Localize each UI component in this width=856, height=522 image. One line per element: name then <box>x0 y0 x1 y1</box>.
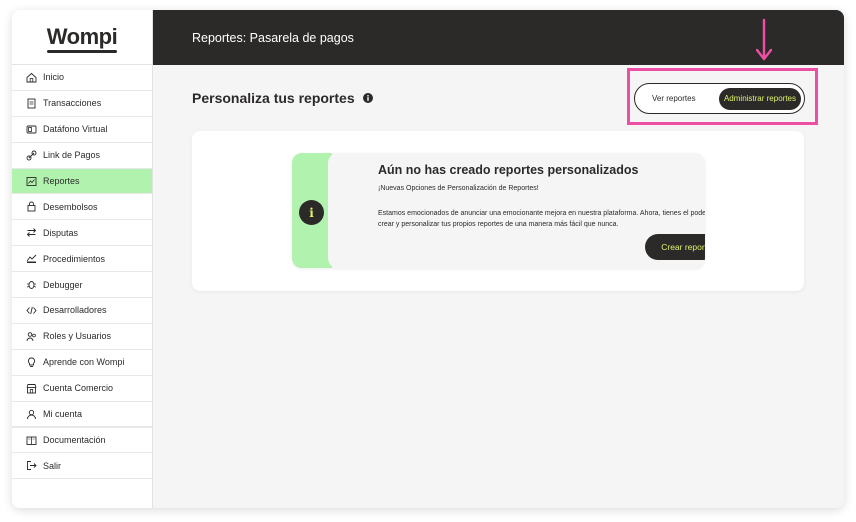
sidebar-item-transacciones[interactable]: Transacciones <box>12 91 152 117</box>
report-view-toggle[interactable]: Ver reportes Administrar reportes <box>634 83 805 114</box>
sidebar-item-label: Documentación <box>43 435 106 446</box>
sidebar-item-label: Link de Pagos <box>43 150 101 161</box>
sidebar-item-cuenta-comercio[interactable]: Cuenta Comercio <box>12 376 152 402</box>
header-title: Reportes: Pasarela de pagos <box>192 30 354 45</box>
home-icon <box>26 72 37 83</box>
sidebar-item-datafono-virtual[interactable]: Datáfono Virtual <box>12 117 152 143</box>
logo-text: Wompi <box>46 24 118 53</box>
sidebar-item-label: Reportes <box>43 176 80 186</box>
info-icon[interactable] <box>362 93 373 103</box>
sidebar-item-label: Desarrolladores <box>43 305 107 316</box>
empty-state-description: Estamos emocionados de anunciar una emoc… <box>378 210 705 228</box>
page-title: Personaliza tus reportes <box>192 90 373 106</box>
sidebar-item-debugger[interactable]: Debugger <box>12 272 152 299</box>
sidebar-item-label: Transacciones <box>43 98 102 109</box>
create-report-button[interactable]: Crear reporte <box>645 234 705 260</box>
sidebar-item-label: Desembolsos <box>43 201 98 212</box>
sidebar-item-label: Mi cuenta <box>43 409 83 420</box>
code-icon <box>26 305 37 316</box>
sidebar-item-inicio[interactable]: Inicio <box>12 65 152 91</box>
sidebar-item-disputas[interactable]: Disputas <box>12 220 152 247</box>
empty-state-title: Aún no has creado reportes personalizado… <box>378 163 639 177</box>
page-heading: Personaliza tus reportes <box>192 90 355 106</box>
sidebar: Wompi Inicio Transacciones Datáfono Virtua… <box>12 10 153 508</box>
top-header: Reportes: Pasarela de pagos <box>153 10 844 65</box>
procedures-icon <box>26 253 37 264</box>
lock-icon <box>26 201 37 212</box>
bug-icon <box>26 279 37 290</box>
sidebar-item-salir[interactable]: Salir <box>12 453 152 480</box>
wompi-logo[interactable]: Wompi <box>12 10 152 65</box>
user-icon <box>26 409 37 420</box>
sidebar-item-aprende-con-wompi[interactable]: Aprende con Wompi <box>12 350 152 376</box>
sidebar-item-reportes[interactable]: Reportes <box>12 168 152 195</box>
info-badge-icon: i <box>299 200 324 225</box>
sidebar-item-label: Cuenta Comercio <box>43 383 114 394</box>
tab-administrar-reportes[interactable]: Administrar reportes <box>718 87 801 110</box>
sidebar-item-documentacion[interactable]: Documentación <box>12 427 152 454</box>
sidebar-item-label: Procedimientos <box>43 253 106 264</box>
link-icon <box>26 150 37 161</box>
sidebar-item-label: Datáfono Virtual <box>43 124 108 135</box>
logout-icon <box>26 460 37 471</box>
sidebar-item-label: Debugger <box>43 279 83 290</box>
users-icon <box>26 331 37 342</box>
sidebar-item-desarrolladores[interactable]: Desarrolladores <box>12 298 152 324</box>
sidebar-item-label: Salir <box>43 460 62 471</box>
sidebar-item-procedimientos[interactable]: Procedimientos <box>12 246 152 273</box>
empty-state-subtitle: ¡Nuevas Opciones de Personalización de R… <box>378 185 539 192</box>
sidebar-item-link-de-pagos[interactable]: Link de Pagos <box>12 143 152 169</box>
arrow-down-icon <box>756 18 772 61</box>
tab-ver-reportes[interactable]: Ver reportes <box>643 94 705 103</box>
transactions-icon <box>26 98 37 109</box>
sidebar-nav: Inicio Transacciones Datáfono Virtual Link … <box>12 65 152 480</box>
app-window: Wompi Inicio Transacciones Datáfono Virtua… <box>12 10 844 508</box>
chart-icon <box>26 176 37 187</box>
sidebar-item-label: Roles y Usuarios <box>43 331 112 342</box>
sidebar-item-desembolsos[interactable]: Desembolsos <box>12 194 152 221</box>
sidebar-item-label: Inicio <box>43 72 65 83</box>
sidebar-item-mi-cuenta[interactable]: Mi cuenta <box>12 402 152 428</box>
empty-state-card: Aún no has creado reportes personalizado… <box>292 153 705 268</box>
sidebar-item-label: Disputas <box>43 227 79 238</box>
swap-arrows-icon <box>26 227 37 238</box>
sidebar-item-label: Aprende con Wompi <box>43 357 125 368</box>
logo-underline <box>46 50 118 53</box>
store-icon <box>26 383 37 394</box>
lightbulb-icon <box>26 357 37 368</box>
sidebar-item-roles-y-usuarios[interactable]: Roles y Usuarios <box>12 324 152 350</box>
card-body: Aún no has creado reportes personalizado… <box>328 153 705 268</box>
book-icon <box>26 435 37 446</box>
card-terminal-icon <box>26 124 37 135</box>
